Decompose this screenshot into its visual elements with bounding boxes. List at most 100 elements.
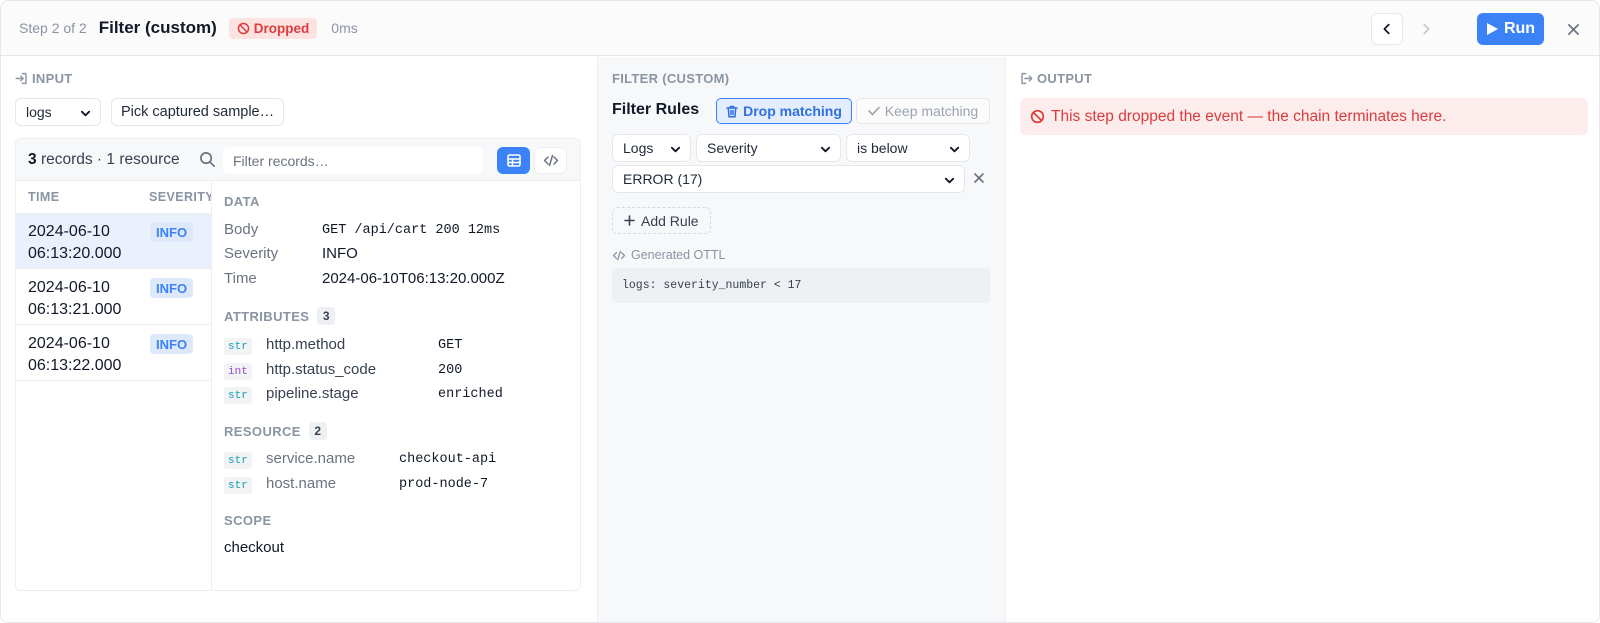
generated-ottl-label: Generated OTTL — [612, 248, 726, 262]
data-key: Time — [224, 270, 257, 287]
records-list-header: TIME SEVERITY — [16, 181, 212, 213]
ban-icon — [237, 22, 250, 34]
code-view-button[interactable] — [534, 147, 567, 174]
attribute-key: http.status_code — [266, 361, 377, 378]
search-icon — [200, 152, 215, 167]
data-key: Severity — [224, 245, 279, 262]
dropped-event-alert: This step dropped the event — the chain … — [1020, 98, 1588, 135]
data-value: GET /api/cart 200 12ms — [322, 223, 501, 238]
type-tag: str — [224, 387, 252, 404]
chevron-left-icon — [1383, 23, 1390, 35]
type-tag: str — [224, 338, 252, 355]
chevron-down-icon — [820, 146, 831, 153]
column-header-time: TIME — [28, 190, 60, 204]
records-toolbar: 3 records · 1 resource — [16, 139, 580, 181]
header: Step 2 of 2 Filter (custom) Dropped 0ms … — [1, 1, 1599, 56]
plus-icon — [624, 215, 635, 226]
data-value: INFO — [322, 245, 358, 262]
status-badge: Dropped — [228, 17, 318, 39]
output-panel: OUTPUT This step dropped the event — the… — [1006, 57, 1599, 622]
sign-out-icon — [1021, 72, 1033, 85]
column-header-severity: SEVERITY — [149, 190, 212, 204]
chevron-right-icon — [1423, 23, 1430, 35]
output-section-label: OUTPUT — [1020, 71, 1092, 86]
severity-badge: INFO — [150, 278, 194, 298]
scope-section-label: SCOPE — [224, 513, 272, 528]
chevron-down-icon — [949, 146, 960, 153]
attribute-value: GET — [438, 338, 463, 353]
input-section-label: INPUT — [15, 71, 73, 86]
step-indicator: Step 2 of 2 — [19, 20, 87, 36]
record-row[interactable]: 2024-06-10 06:13:21.000 INFO — [16, 269, 211, 325]
type-tag: int — [224, 363, 252, 380]
attribute-value: 200 — [438, 363, 463, 378]
records-count: 3 records · 1 resource — [28, 151, 180, 168]
step-title: Filter (custom) — [98, 18, 217, 37]
attribute-key: http.method — [266, 336, 346, 353]
check-icon — [867, 106, 880, 116]
record-row[interactable]: 2024-06-10 06:13:22.000 INFO — [16, 325, 211, 381]
step-inspector: Step 2 of 2 Filter (custom) Dropped 0ms … — [0, 0, 1600, 623]
keep-matching-button[interactable]: Keep matching — [856, 98, 990, 124]
previous-step-button[interactable] — [1371, 13, 1403, 45]
record-time: 2024-06-10 06:13:22.000 — [28, 335, 122, 374]
table-icon — [506, 154, 521, 167]
rule-signal-select[interactable]: Logs — [612, 134, 691, 162]
input-panel: INPUT logs Pick captured sample… 3 recor… — [1, 57, 597, 622]
record-details: DATA Body GET /api/cart 200 12ms Severit… — [212, 181, 580, 590]
record-time: 2024-06-10 06:13:20.000 — [28, 223, 122, 262]
resource-count: 2 — [308, 422, 327, 440]
attribute-value: enriched — [438, 387, 503, 402]
attributes-section-label: ATTRIBUTES 3 — [224, 307, 336, 325]
add-rule-button[interactable]: Add Rule — [612, 207, 711, 234]
run-button[interactable]: Run — [1477, 13, 1544, 45]
filter-records-input[interactable] — [223, 147, 483, 174]
data-value: 2024-06-10T06:13:20.000Z — [322, 270, 505, 287]
severity-badge: INFO — [150, 334, 194, 354]
filter-panel: FILTER (CUSTOM) Filter Rules Drop matchi… — [597, 57, 1006, 622]
generated-ottl-code: logs: severity_number < 17 — [612, 268, 990, 303]
rule-field-select[interactable]: Severity — [696, 134, 841, 162]
chevron-down-icon — [944, 177, 955, 184]
resource-key: service.name — [266, 450, 356, 467]
filter-rules-title: Filter Rules — [612, 101, 700, 118]
drop-matching-button[interactable]: Drop matching — [716, 98, 852, 124]
next-step-button[interactable] — [1410, 13, 1442, 45]
records-list: TIME SEVERITY 2024-06-10 06:13:20.000 INF… — [16, 181, 212, 590]
type-tag: str — [224, 452, 252, 469]
rule-operator-select[interactable]: is below — [846, 134, 970, 162]
attributes-count: 3 — [317, 307, 336, 325]
play-icon — [1486, 23, 1498, 35]
chevron-down-icon — [670, 146, 681, 153]
data-key: Body — [224, 221, 259, 238]
close-icon — [1567, 23, 1579, 35]
pick-sample-button[interactable]: Pick captured sample… — [111, 98, 285, 126]
type-tag: str — [224, 477, 252, 494]
close-button[interactable] — [1557, 13, 1589, 45]
run-label: Run — [1503, 20, 1536, 37]
chevron-down-icon — [80, 110, 91, 117]
severity-badge: INFO — [150, 222, 194, 242]
ban-icon — [1030, 109, 1045, 124]
code-icon — [612, 250, 626, 260]
resource-value: prod-node-7 — [399, 477, 489, 492]
status-text: Dropped — [253, 20, 310, 36]
trash-icon — [726, 105, 738, 118]
rule-value-select[interactable]: ERROR (17) — [612, 165, 965, 193]
table-view-button[interactable] — [497, 147, 530, 174]
attribute-key: pipeline.stage — [266, 385, 359, 402]
resource-value: checkout-api — [399, 452, 497, 467]
remove-rule-icon[interactable] — [973, 172, 985, 184]
data-section-label: DATA — [224, 194, 260, 209]
code-icon — [543, 154, 558, 167]
filter-section-label: FILTER (CUSTOM) — [612, 71, 730, 86]
signal-type-select[interactable]: logs — [15, 98, 101, 126]
record-time: 2024-06-10 06:13:21.000 — [28, 279, 122, 318]
resource-key: host.name — [266, 475, 337, 492]
resource-section-label: RESOURCE 2 — [224, 422, 327, 440]
scope-value: checkout — [224, 539, 285, 556]
record-row[interactable]: 2024-06-10 06:13:20.000 INFO — [16, 213, 211, 269]
records-panel: 3 records · 1 resource TIME SEVERITY 202… — [15, 138, 581, 591]
duration: 0ms — [331, 20, 358, 36]
sign-in-icon — [15, 72, 27, 85]
